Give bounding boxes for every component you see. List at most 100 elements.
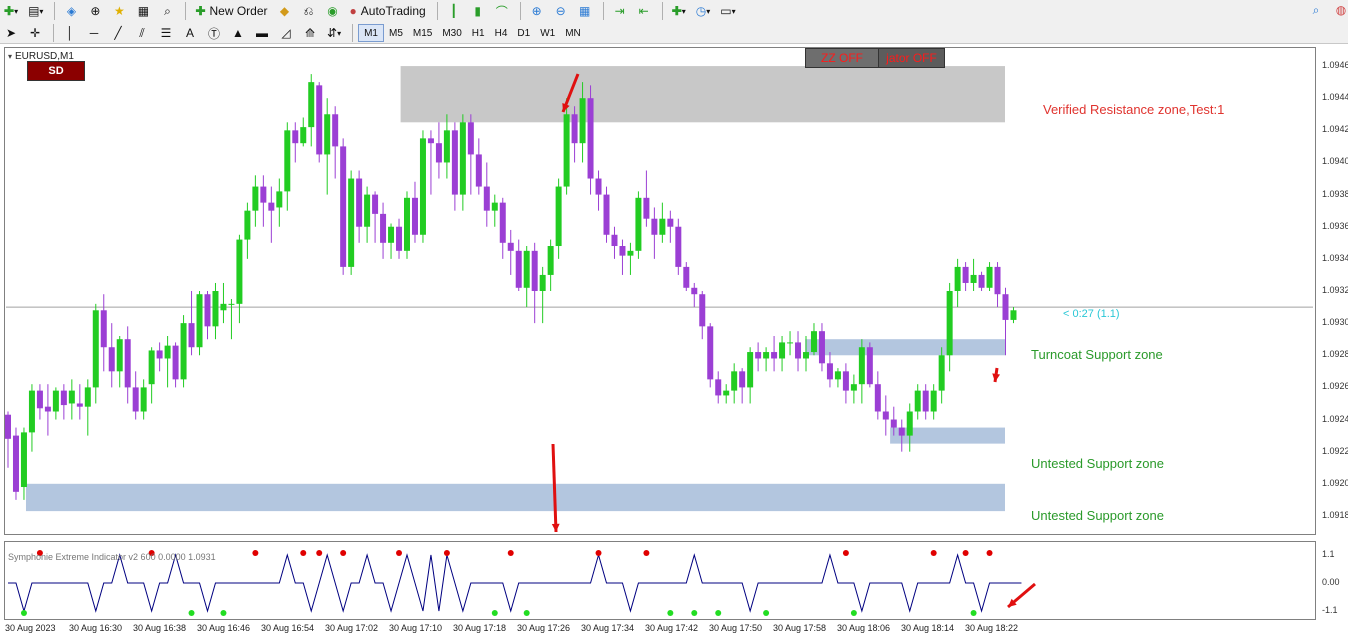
navigator-button[interactable]: ★: [108, 1, 130, 21]
zoom-out-button[interactable]: ⊖: [550, 1, 572, 21]
fan-icon: ◿: [281, 26, 291, 40]
channel-tool[interactable]: ⫽: [131, 23, 153, 43]
chevron-down-icon: ▾: [14, 6, 19, 16]
chevron-down-icon: ▾: [706, 6, 711, 16]
chart-shift-icon: ⇤: [638, 4, 649, 18]
separator: [185, 2, 187, 20]
fibo-fan-tool[interactable]: ◿: [275, 23, 297, 43]
time-tick-label: 30 Aug 18:06: [837, 623, 891, 633]
strategy-tester-button[interactable]: ⌕: [156, 1, 178, 21]
rectangle-tool[interactable]: ▬: [251, 23, 273, 43]
market-watch-button[interactable]: ◈: [60, 1, 82, 21]
text-tool[interactable]: A: [179, 23, 201, 43]
terminal-icon: ▦: [137, 4, 150, 18]
separator: [352, 24, 354, 42]
arrows-tool[interactable]: ⇵ ▾: [323, 23, 345, 43]
chat-icon: ◍: [1335, 3, 1347, 17]
toolbar: ✚ ▾ ▤ ▾ ◈ ⊕ ★ ▦ ⌕ ✚ New Order ◆ ⎌ ◉ ● AutoTr…: [0, 0, 1348, 44]
indicators-button[interactable]: ✚ ▾: [668, 1, 690, 21]
time-tick-label: 30 Aug 16:30: [69, 623, 123, 633]
line-chart-button[interactable]: ⌒: [491, 1, 513, 21]
candlestick-button[interactable]: ▮: [467, 1, 489, 21]
indicator-level-label: 1.1: [1322, 549, 1335, 559]
chart-shift-button[interactable]: ⇤: [633, 1, 655, 21]
search-button[interactable]: ⌕: [1305, 0, 1327, 20]
line-chart-icon: ⌒: [495, 4, 508, 19]
zone-label: Turncoat Support zone: [1031, 347, 1163, 362]
sd-button[interactable]: SD: [27, 61, 85, 81]
separator: [436, 2, 438, 20]
crosshair-icon: ✛: [29, 26, 41, 40]
star-icon: ★: [114, 4, 125, 18]
price-tick-label: 1.0930: [1322, 317, 1348, 328]
time-tick-label: 30 Aug 17:10: [389, 623, 443, 633]
timeframe-h1[interactable]: H1: [467, 24, 490, 42]
price-tick-label: 1.0922: [1322, 445, 1348, 456]
price-tick-label: 1.0928: [1322, 349, 1348, 360]
autoscroll-button[interactable]: ⇥: [609, 1, 631, 21]
auto-trading-button[interactable]: ● AutoTrading: [346, 1, 430, 21]
templates-button[interactable]: ▭ ▾: [716, 1, 739, 21]
text-label-tool[interactable]: Ⓣ: [203, 23, 225, 43]
timeframe-m1[interactable]: M1: [358, 24, 384, 42]
timeframe-h4[interactable]: H4: [490, 24, 513, 42]
clock-icon: ◷: [695, 4, 707, 18]
terminal-button[interactable]: ▦: [132, 1, 154, 21]
cursor-tool[interactable]: ➤: [0, 23, 22, 43]
timeframe-w1[interactable]: W1: [535, 24, 560, 42]
indicator-off-button[interactable]: jator OFF: [879, 49, 944, 67]
separator: [661, 2, 663, 20]
timeframe-m15[interactable]: M15: [408, 24, 437, 42]
timeframe-d1[interactable]: D1: [512, 24, 535, 42]
timeframe-mn[interactable]: MN: [560, 24, 586, 42]
community-button[interactable]: ◍: [1330, 0, 1348, 20]
candlestick-icon: ▮: [474, 4, 481, 18]
chart-area[interactable]: ▾ EURUSD,M1 Symphonie Extreme Indicator …: [0, 44, 1348, 640]
tile-windows-button[interactable]: ▦: [574, 1, 596, 21]
profiles-icon: ▤: [28, 4, 40, 18]
arrow-up-tool[interactable]: ▲: [227, 23, 249, 43]
channel-icon: ⫽: [139, 25, 145, 40]
crosshair-tool[interactable]: ✛: [24, 23, 46, 43]
time-tick-label: 30 Aug 17:26: [517, 623, 571, 633]
new-order-label: New Order: [209, 4, 268, 18]
zone-label: Untested Support zone: [1031, 456, 1164, 471]
metaeditor-button[interactable]: ◆: [274, 1, 296, 21]
indicator-level-label: -1.1: [1322, 605, 1338, 615]
periods-button[interactable]: ◷ ▾: [692, 1, 715, 21]
vertical-line-tool[interactable]: │: [59, 23, 81, 43]
zoom-in-button[interactable]: ⊕: [526, 1, 548, 21]
data-window-button[interactable]: ⊕: [84, 1, 106, 21]
signals-button[interactable]: ◉: [322, 1, 344, 21]
templates-icon: ▭: [720, 4, 732, 18]
bar-chart-button[interactable]: ┃: [443, 1, 465, 21]
trendline-tool[interactable]: ╱: [107, 23, 129, 43]
pitchfork-tool[interactable]: ⟰: [299, 23, 321, 43]
zz-off-button[interactable]: ZZ OFF: [806, 49, 879, 67]
horizontal-line-tool[interactable]: ─: [83, 23, 105, 43]
horizontal-line-icon: ─: [89, 26, 99, 40]
price-tick-label: 1.0918: [1322, 509, 1348, 520]
time-tick-label: 30 Aug 17:50: [709, 623, 763, 633]
magnifier-icon: ⌕: [164, 3, 171, 18]
time-tick-label: 30 Aug 18:22: [965, 623, 1019, 633]
new-order-button[interactable]: ✚ New Order: [191, 1, 271, 21]
vertical-line-icon: │: [66, 26, 74, 40]
zz-panel: ZZ OFF jator OFF: [805, 48, 945, 68]
toolbar-row-drawing: ➤ ✛ │ ─ ╱ ⫽ ☰ A Ⓣ ▲ ▬ ◿ ⟰ ⇵ ▾ M1 M5 M15 M30 H…: [0, 22, 586, 44]
timeframe-m5[interactable]: M5: [384, 24, 408, 42]
separator: [53, 24, 54, 42]
tile-windows-icon: ▦: [579, 4, 591, 18]
profiles-button[interactable]: ▤ ▾: [24, 1, 47, 21]
crosshair-target-icon: ⊕: [90, 4, 101, 18]
toolbar-row-main: ✚ ▾ ▤ ▾ ◈ ⊕ ★ ▦ ⌕ ✚ New Order ◆ ⎌ ◉ ● AutoTr…: [0, 0, 742, 22]
price-tick-label: 1.0920: [1322, 477, 1348, 488]
new-chart-button[interactable]: ✚ ▾: [0, 1, 22, 21]
history-button[interactable]: ⎌: [298, 1, 320, 21]
auto-trading-icon: ●: [349, 4, 357, 18]
metaeditor-icon: ◆: [279, 4, 290, 18]
fibonacci-tool[interactable]: ☰: [155, 23, 177, 43]
time-tick-label: 30 Aug 17:58: [773, 623, 827, 633]
market-watch-icon: ◈: [66, 4, 77, 18]
timeframe-m30[interactable]: M30: [437, 24, 466, 42]
